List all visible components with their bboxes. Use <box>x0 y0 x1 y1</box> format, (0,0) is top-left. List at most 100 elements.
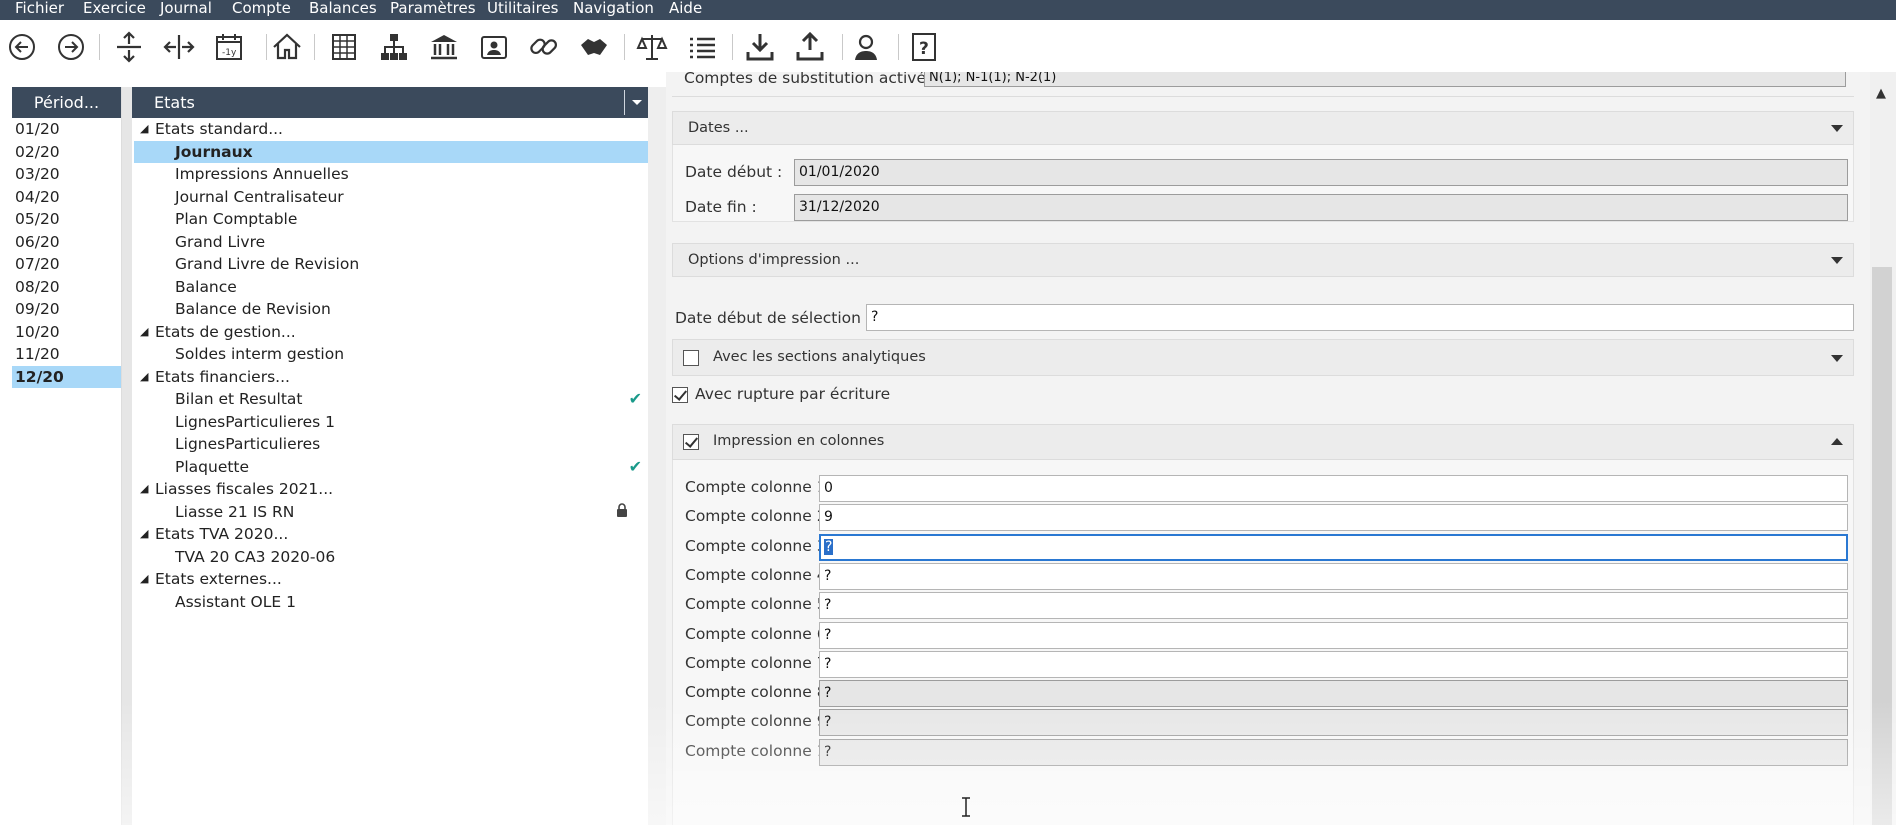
period-item[interactable]: 12/20 <box>12 365 121 388</box>
tree-group[interactable]: ◢ Etats externes... <box>132 568 648 591</box>
analytiques-checkbox[interactable] <box>683 350 699 366</box>
menu-aide[interactable]: Aide <box>669 0 702 16</box>
panel-splitter[interactable] <box>648 87 666 825</box>
colonnes-section-header[interactable]: Impression en colonnes <box>672 424 1854 460</box>
calendar-1y-icon[interactable]: -1y <box>211 29 247 65</box>
tree-group[interactable]: ◢ Etats de gestion... <box>132 321 648 344</box>
download-icon[interactable] <box>742 29 778 65</box>
period-item[interactable]: 05/20 <box>12 208 121 231</box>
tree-group[interactable]: ◢ Etats standard... <box>132 118 648 141</box>
chevron-down-icon[interactable] <box>624 90 648 115</box>
chevron-up-icon[interactable] <box>1831 438 1843 446</box>
help-icon[interactable]: ? <box>906 29 942 65</box>
menu-compte[interactable]: Compte <box>232 0 291 16</box>
expand-triangle-icon[interactable]: ◢ <box>140 321 148 344</box>
tree-item[interactable]: Grand Livre <box>132 231 648 254</box>
compte-colonne-field[interactable]: ? <box>819 680 1848 708</box>
tree-item[interactable]: Plaquette ✔ <box>132 456 648 479</box>
handshake-icon[interactable] <box>576 29 612 65</box>
menu-utilitaires[interactable]: Utilitaires <box>487 0 558 16</box>
tree-item[interactable]: Assistant OLE 1 <box>132 591 648 614</box>
back-icon[interactable] <box>4 29 40 65</box>
period-item[interactable]: 06/20 <box>12 231 121 254</box>
period-item[interactable]: 03/20 <box>12 163 121 186</box>
menu-journal[interactable]: Journal <box>160 0 212 16</box>
compte-colonne-field[interactable]: ? <box>819 592 1848 620</box>
tree-group[interactable]: ◢ Etats financiers... <box>132 366 648 389</box>
menu-balances[interactable]: Balances <box>309 0 377 16</box>
compte-colonne-field[interactable]: 0 <box>819 475 1848 502</box>
menu-navigation[interactable]: Navigation <box>573 0 654 16</box>
menu-parametres[interactable]: Paramètres <box>390 0 476 16</box>
tree-item[interactable]: Soldes interm gestion <box>132 343 648 366</box>
expand-triangle-icon[interactable]: ◢ <box>140 366 148 389</box>
scroll-up-icon[interactable]: ▲ <box>1876 86 1886 101</box>
date-debut-field[interactable]: 01/01/2020 <box>794 159 1848 186</box>
tree-item[interactable]: Journaux <box>134 140 648 163</box>
period-item[interactable]: 11/20 <box>12 343 121 366</box>
chevron-down-icon[interactable] <box>1831 355 1843 363</box>
rupture-checkbox[interactable] <box>672 387 688 403</box>
panel-splitter[interactable] <box>122 87 132 825</box>
tree-item[interactable]: Balance <box>132 276 648 299</box>
tree-item[interactable]: Bilan et Resultat ✔ <box>132 388 648 411</box>
contact-card-icon[interactable] <box>476 29 512 65</box>
chevron-down-icon[interactable] <box>1831 257 1843 265</box>
period-item[interactable]: 07/20 <box>12 253 121 276</box>
compte-colonne-field[interactable]: ? <box>819 709 1848 737</box>
tree-group[interactable]: ◢ Liasses fiscales 2021... <box>132 478 648 501</box>
tree-item[interactable]: LignesParticulieres 1 <box>132 411 648 434</box>
date-fin-field[interactable]: 31/12/2020 <box>794 194 1848 221</box>
upload-icon[interactable] <box>792 29 828 65</box>
analytiques-section-header[interactable]: Avec les sections analytiques <box>672 339 1854 376</box>
compte-colonne-field[interactable]: 9 <box>819 504 1848 532</box>
period-item[interactable]: 02/20 <box>12 141 121 164</box>
period-item[interactable]: 04/20 <box>12 186 121 209</box>
scales-icon[interactable] <box>634 29 670 65</box>
list-icon[interactable] <box>684 29 720 65</box>
menu-fichier[interactable]: Fichier <box>15 0 64 16</box>
home-icon[interactable] <box>269 29 305 65</box>
forward-icon[interactable] <box>53 29 89 65</box>
dates-section-header[interactable]: Dates ... <box>672 111 1854 145</box>
colonnes-checkbox[interactable] <box>683 434 699 450</box>
bank-icon[interactable] <box>426 29 462 65</box>
vertical-scrollbar[interactable]: ▲ <box>1870 72 1896 825</box>
user-icon[interactable] <box>848 29 884 65</box>
compte-colonne-label: Compte colonne 6 : <box>685 624 837 643</box>
tree-item[interactable]: Plan Comptable <box>132 208 648 231</box>
tree-item[interactable]: Impressions Annuelles <box>132 163 648 186</box>
expand-triangle-icon[interactable]: ◢ <box>140 118 148 141</box>
expand-triangle-icon[interactable]: ◢ <box>140 568 148 591</box>
options-section-header[interactable]: Options d'impression ... <box>672 243 1854 277</box>
compte-colonne-field[interactable]: ? <box>819 650 1848 678</box>
substitution-field[interactable]: N(1); N-1(1); N-2(1) <box>924 72 1846 87</box>
link-icon[interactable] <box>526 29 562 65</box>
compte-colonne-field[interactable]: ? <box>819 533 1848 561</box>
scrollbar-thumb[interactable] <box>1872 267 1892 825</box>
tree-item[interactable]: TVA 20 CA3 2020-06 <box>132 546 648 569</box>
expand-vertical-icon[interactable] <box>111 29 147 65</box>
tree-item[interactable]: Liasse 21 IS RN <box>132 501 648 524</box>
building-icon[interactable] <box>326 29 362 65</box>
period-item[interactable]: 09/20 <box>12 298 121 321</box>
expand-triangle-icon[interactable]: ◢ <box>140 523 148 546</box>
tree-item[interactable]: LignesParticulieres <box>132 433 648 456</box>
compte-colonne-field[interactable]: ? <box>819 562 1848 590</box>
menu-exercice[interactable]: Exercice <box>83 0 146 16</box>
tree-item[interactable]: Journal Centralisateur <box>132 186 648 209</box>
period-item[interactable]: 01/20 <box>12 118 121 141</box>
org-chart-icon[interactable] <box>376 29 412 65</box>
expand-triangle-icon[interactable]: ◢ <box>140 478 148 501</box>
tree-label: Soldes interm gestion <box>175 345 345 363</box>
expand-horizontal-icon[interactable] <box>161 29 197 65</box>
period-item[interactable]: 08/20 <box>12 276 121 299</box>
compte-colonne-field[interactable]: ? <box>819 621 1848 649</box>
period-item[interactable]: 10/20 <box>12 321 121 344</box>
date-selection-field[interactable]: ? <box>866 304 1854 331</box>
tree-group[interactable]: ◢ Etats TVA 2020... <box>132 523 648 546</box>
tree-item[interactable]: Grand Livre de Revision <box>132 253 648 276</box>
compte-colonne-field[interactable]: ? <box>819 738 1848 766</box>
chevron-down-icon[interactable] <box>1831 125 1843 133</box>
tree-item[interactable]: Balance de Revision <box>132 298 648 321</box>
